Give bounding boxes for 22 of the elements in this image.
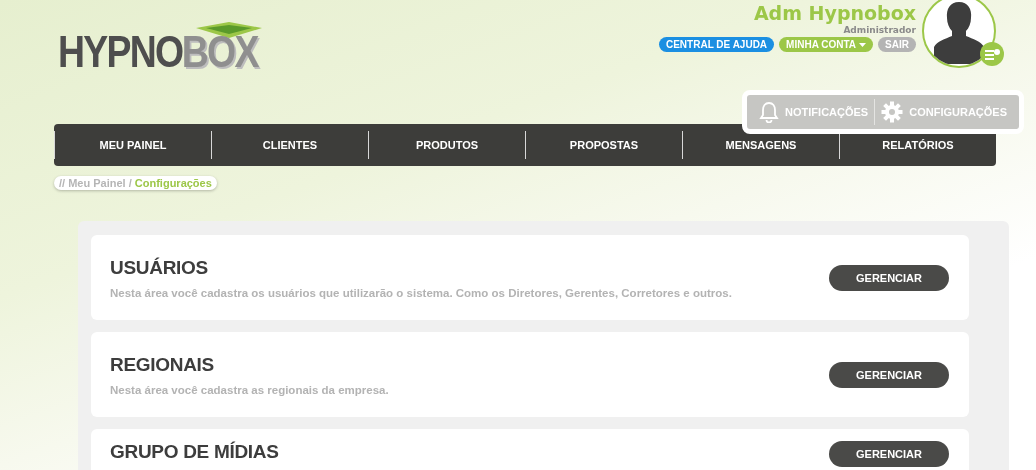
section-description: Nesta área você cadastra as regionais da empresa. bbox=[110, 383, 389, 396]
bell-icon bbox=[759, 101, 780, 123]
avatar[interactable] bbox=[922, 0, 996, 68]
section-description: Nesta área você cadastra os usuários que utilizarão o sistema. Como os Diretores, Gerentes, Corretores e outros. bbox=[110, 286, 732, 299]
user-name: Adm Hypnobox bbox=[753, 2, 916, 24]
manage-button[interactable]: GERENCIAR bbox=[829, 441, 949, 467]
section-title: GRUPO DE MÍDIAS bbox=[110, 441, 279, 463]
breadcrumb: // Meu Painel / Configurações bbox=[54, 176, 217, 190]
logo-text: HYPNO bbox=[58, 32, 183, 72]
manage-button[interactable]: GERENCIAR bbox=[829, 361, 949, 388]
nav-link[interactable]: MEU PAINEL bbox=[54, 131, 211, 159]
nav-link[interactable]: PRODUTOS bbox=[368, 131, 525, 159]
profile-card-icon[interactable] bbox=[980, 42, 1004, 66]
user-role: Administrador bbox=[843, 25, 916, 35]
settings-icon bbox=[881, 101, 904, 123]
nav-link[interactable]: PROPOSTAS bbox=[525, 131, 682, 159]
section-title: USUÁRIOS bbox=[110, 256, 209, 279]
nav-link[interactable]: RELATÓRIOS bbox=[839, 131, 996, 159]
manage-button[interactable]: GERENCIAR bbox=[829, 264, 949, 291]
nav-link[interactable]: CLIENTES bbox=[211, 131, 368, 159]
section-title: REGIONAIS bbox=[110, 353, 215, 376]
nav-link[interactable]: MENSAGENS bbox=[682, 131, 839, 159]
